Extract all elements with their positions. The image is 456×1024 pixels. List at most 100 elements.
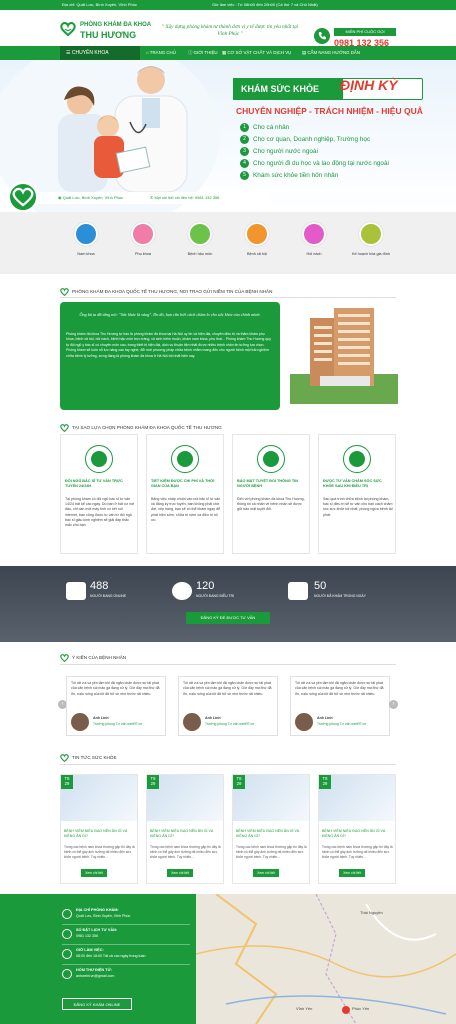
banner-list-item: 4 Cho người đi du học và lao động tại nướ… [240,159,389,169]
banner-list-text: Cho người đi du học và lao động tại nước… [253,160,389,168]
banner-list-text: Cho cơ quan, Doanh nghiệp, Trường học [253,136,371,144]
stat-number: 488 [90,580,109,592]
banner-list-text: Khám sức khỏe tiền hôn nhân [253,172,339,180]
phone-icon [62,929,72,939]
service-std[interactable]: Bệnh xã hội [227,222,287,257]
nav-label: CƠ SỞ VẬT CHẤT VÀ DỊCH VỤ [227,50,292,55]
service-anal[interactable]: Bệnh hậu môn [170,222,230,257]
nav-item-guide[interactable]: ▤ CẨM NANG HƯỚNG DẪN [302,46,360,60]
testimonial-text: Tôi rất vui và yên tâm khi đã ngăn chặn … [295,681,384,696]
map-label: Thái Nguyên [360,910,383,915]
service-armpit[interactable]: Hôi nách [284,222,344,257]
number-badge: 1 [240,123,249,132]
why-heading: TẠI SAO LỰA CHỌN PHÒNG KHÁM ĐA KHOA QUỐC… [60,424,222,434]
banner-subtitle: CHUYÊN NGHIỆP - TRÁCH NHIỆM - HIỆU QUẢ [236,106,423,116]
why-body: Bằng việc nhấp chuột vào nút bác sĩ tư v… [151,497,221,522]
nav-category-label: CHUYÊN KHOA [71,50,109,56]
date-day: 29 [64,781,70,787]
register-consult-button[interactable]: ĐĂNG KÝ ĐỂ ĐƯỢC TƯ VẤN [186,612,270,624]
service-label: Phụ khoa [134,252,152,256]
header: PHÒNG KHÁM ĐA KHOA THU HƯƠNG " Xây dựng … [0,10,456,48]
date-badge: T8 29 [319,775,331,789]
stat-number: 50 [314,580,327,592]
why-title: ĐƯỢC TƯ VẤN CHĂM SÓC SỨC KHỎE SAU KHI ĐI… [323,479,382,488]
banner-address: ◉ Quất Lưu, Bình Xuyên, Vĩnh Phúc [58,195,124,200]
banner-list-item: 3 Cho người nước ngoài [240,147,318,157]
news-excerpt: Trong các bệnh nam khoa thường gặp thì đ… [236,845,307,859]
nav-label: GIỚI THIỆU [193,50,218,55]
chat-icon [66,582,86,600]
testimonial-name: Anh Linh [205,716,221,720]
date-badge: T8 29 [233,775,245,789]
nav-item-about[interactable]: ⓘ GIỚI THIỆU [188,46,218,60]
testimonial-card: Tôi rất vui và yên tâm khi đã ngăn chặn … [66,676,166,736]
date-day: 29 [150,781,156,787]
logo-line1[interactable]: PHÒNG KHÁM ĐA KHOA [80,22,151,30]
news-title[interactable]: BỆNH VIÊM NIỆU ĐẠO NÊN ĂN GÌ VÀ KIÊNG ĂN… [322,829,394,839]
heart-icon [60,654,69,662]
intro-quote: Ông bà ta đã từng nói: "Sức khỏe là vàng… [79,312,261,317]
read-more-button[interactable]: Xem chi tiết [81,869,107,877]
banner-list-item: 5 Khám sức khỏe tiền hôn nhân [240,171,338,181]
logo-line2[interactable]: THU HƯƠNG [80,30,136,42]
news-card[interactable]: T8 29 BỆNH VIÊM NIỆU ĐẠO NÊN ĂN GÌ VÀ KIÊN… [232,774,310,884]
footer-value: 08:00 đến 18:00 Tất cả các ngày trong tu… [76,954,146,958]
read-more-button[interactable]: Xem chi tiết [253,869,279,877]
nav-item-home[interactable]: ⌂ TRANG CHỦ [146,46,176,60]
news-title[interactable]: BỆNH VIÊM NIỆU ĐẠO NÊN ĂN GÌ VÀ KIÊNG ĂN… [64,829,136,839]
testimonial-name: Anh Linh [317,716,333,720]
service-gynecology[interactable]: Phụ khoa [113,222,173,257]
news-title[interactable]: BỆNH VIÊM NIỆU ĐẠO NÊN ĂN GÌ VÀ KIÊNG ĂN… [236,829,308,839]
female-icon [131,222,155,246]
news-card[interactable]: T8 29 BỆNH VIÊM NIỆU ĐẠO NÊN ĂN GÌ VÀ KIÊN… [318,774,396,884]
virus-icon [245,222,269,246]
stat-number: 120 [196,580,215,592]
testimonial-role: Trưởng phòng Tư vấn webRT.vn [205,722,255,726]
banner-list-item: 2 Cho cơ quan, Doanh nghiệp, Trường học [240,135,370,145]
nav-label: CẨM NANG HƯỚNG DẪN [307,50,361,55]
nav-item-facilities[interactable]: ▦ CƠ SỞ VẬT CHẤT VÀ DỊCH VỤ [222,46,291,60]
banner-address-text: Quất Lưu, Bình Xuyên, Vĩnh Phúc [62,195,124,200]
heart-logo-icon[interactable] [60,22,76,36]
divider [60,664,396,665]
divider [62,944,190,945]
news-title[interactable]: BỆNH VIÊM NIỆU ĐẠO NÊN ĂN GÌ VÀ KIÊNG ĂN… [150,829,222,839]
clock-icon [62,949,72,959]
why-body: Đến với phòng khám đa khoa Thu Hương, th… [237,497,305,512]
date-month: T8 [236,776,242,781]
register-online-button[interactable]: ĐĂNG KÝ KHÁM ONLINE [62,998,132,1010]
banner-list-text: Cho cá nhân [253,124,290,132]
news-excerpt: Trong các bệnh nam khoa thường gặp thì đ… [150,845,221,859]
banner-list-text: Cho người nước ngoài [253,148,318,156]
next-arrow-icon[interactable]: › [389,700,398,709]
intro-heading-text: PHÒNG KHÁM ĐA KHOA QUỐC TẾ THU HƯƠNG, NƠ… [72,289,273,295]
news-card[interactable]: T8 29 BỆNH VIÊM NIỆU ĐẠO NÊN ĂN GÌ VÀ KIÊN… [60,774,138,884]
banner-title-part2: ĐỊNH KỲ [340,77,398,93]
service-family-planning[interactable]: Kế hoạch hóa gia đình [341,222,401,257]
read-more-button[interactable]: Xem chi tiết [339,869,365,877]
topbar-address: Địa chỉ: Quất Lưu, Bình Xuyên, Vĩnh Phúc [62,2,137,7]
footer-value[interactable]: 0981 132 356 [76,934,98,939]
mail-icon [62,969,72,979]
nav-category-menu[interactable]: ☰ CHUYÊN KHOA [60,46,140,60]
number-badge: 5 [240,171,249,180]
opinions-heading-text: Ý KIẾN CỦA BỆNH NHÂN [72,655,127,661]
phone-icon[interactable] [314,28,330,44]
top-bar: Địa chỉ: Quất Lưu, Bình Xuyên, Vĩnh Phúc… [0,0,456,10]
why-card: ĐỘI NGŨ BÁC SĨ TƯ VẤN TRỰC TUYẾN 24/24H T… [60,434,138,554]
stat-label: NGƯỜI ĐÃ KHÁM TRONG NGÀY [314,594,366,598]
location-map[interactable]: Thái Nguyên Vĩnh Yên Phúc Yên [196,894,456,1024]
footer-label: GIỜ LÀM VIỆC: [76,948,104,952]
date-day: 29 [322,781,328,787]
read-more-button[interactable]: Xem chi tiết [167,869,193,877]
clinic-building-image [290,308,398,404]
avatar [295,713,313,731]
footer-label: ĐỊA CHỈ PHÒNG KHÁM: [76,908,119,912]
date-badge: T8 29 [61,775,73,789]
service-andrology[interactable]: Nam khoa [56,222,116,257]
hero-banner[interactable]: KHÁM SỨC KHỎE ĐỊNH KỲ CHUYÊN NGHIỆP - TR… [0,60,456,212]
footer-value[interactable]: anhwebt.vn@gmail.com [76,974,114,979]
service-label: Bệnh xã hội [246,252,268,256]
heart-icon [60,754,69,762]
news-card[interactable]: T8 29 BỆNH VIÊM NIỆU ĐẠO NÊN ĂN GÌ VÀ KIÊN… [146,774,224,884]
